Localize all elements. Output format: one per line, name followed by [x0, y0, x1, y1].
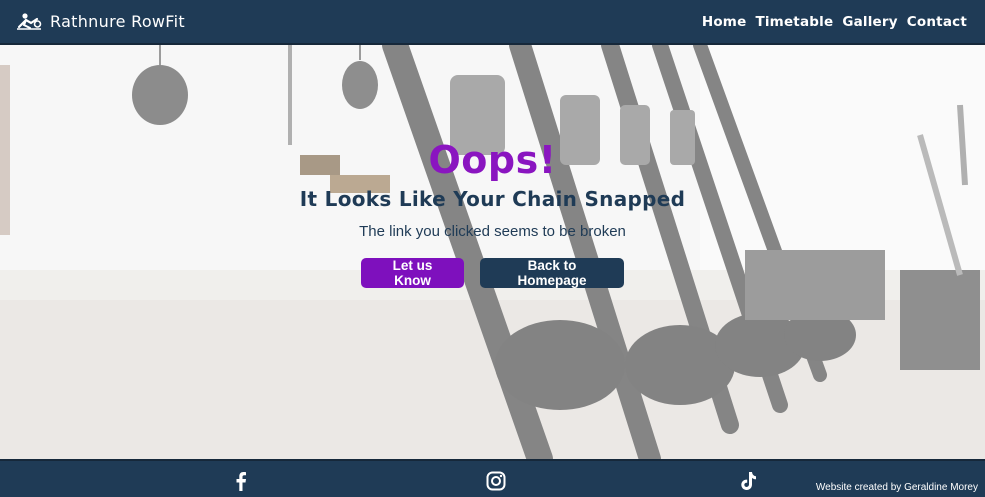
site-footer: Website created by Geraldine Morey: [0, 459, 985, 497]
site-header: Rathnure RowFit Home Timetable Gallery C…: [0, 0, 985, 45]
nav-contact[interactable]: Contact: [907, 14, 967, 30]
hero-section: Oops! It Looks Like Your Chain Snapped T…: [0, 45, 985, 459]
error-title: Oops!: [428, 138, 557, 182]
facebook-icon[interactable]: [230, 470, 252, 492]
nav-gallery[interactable]: Gallery: [842, 14, 897, 30]
let-us-know-button[interactable]: Let us Know: [361, 258, 464, 288]
nav-timetable[interactable]: Timetable: [755, 14, 833, 30]
error-description: The link you clicked seems to be broken: [359, 223, 626, 240]
tiktok-icon[interactable]: [737, 470, 759, 492]
main-nav: Home Timetable Gallery Contact: [702, 14, 967, 30]
brand-name: Rathnure RowFit: [50, 12, 185, 31]
instagram-icon[interactable]: [485, 470, 507, 492]
error-message-block: Oops! It Looks Like Your Chain Snapped T…: [0, 45, 985, 459]
rower-icon: [17, 12, 42, 30]
back-to-homepage-button[interactable]: Back to Homepage: [480, 258, 624, 288]
action-buttons: Let us Know Back to Homepage: [361, 258, 624, 288]
brand-logo-link[interactable]: Rathnure RowFit: [16, 12, 185, 32]
footer-credit: Website created by Geraldine Morey: [815, 482, 978, 493]
nav-home[interactable]: Home: [702, 14, 747, 30]
error-subtitle: It Looks Like Your Chain Snapped: [299, 187, 686, 211]
